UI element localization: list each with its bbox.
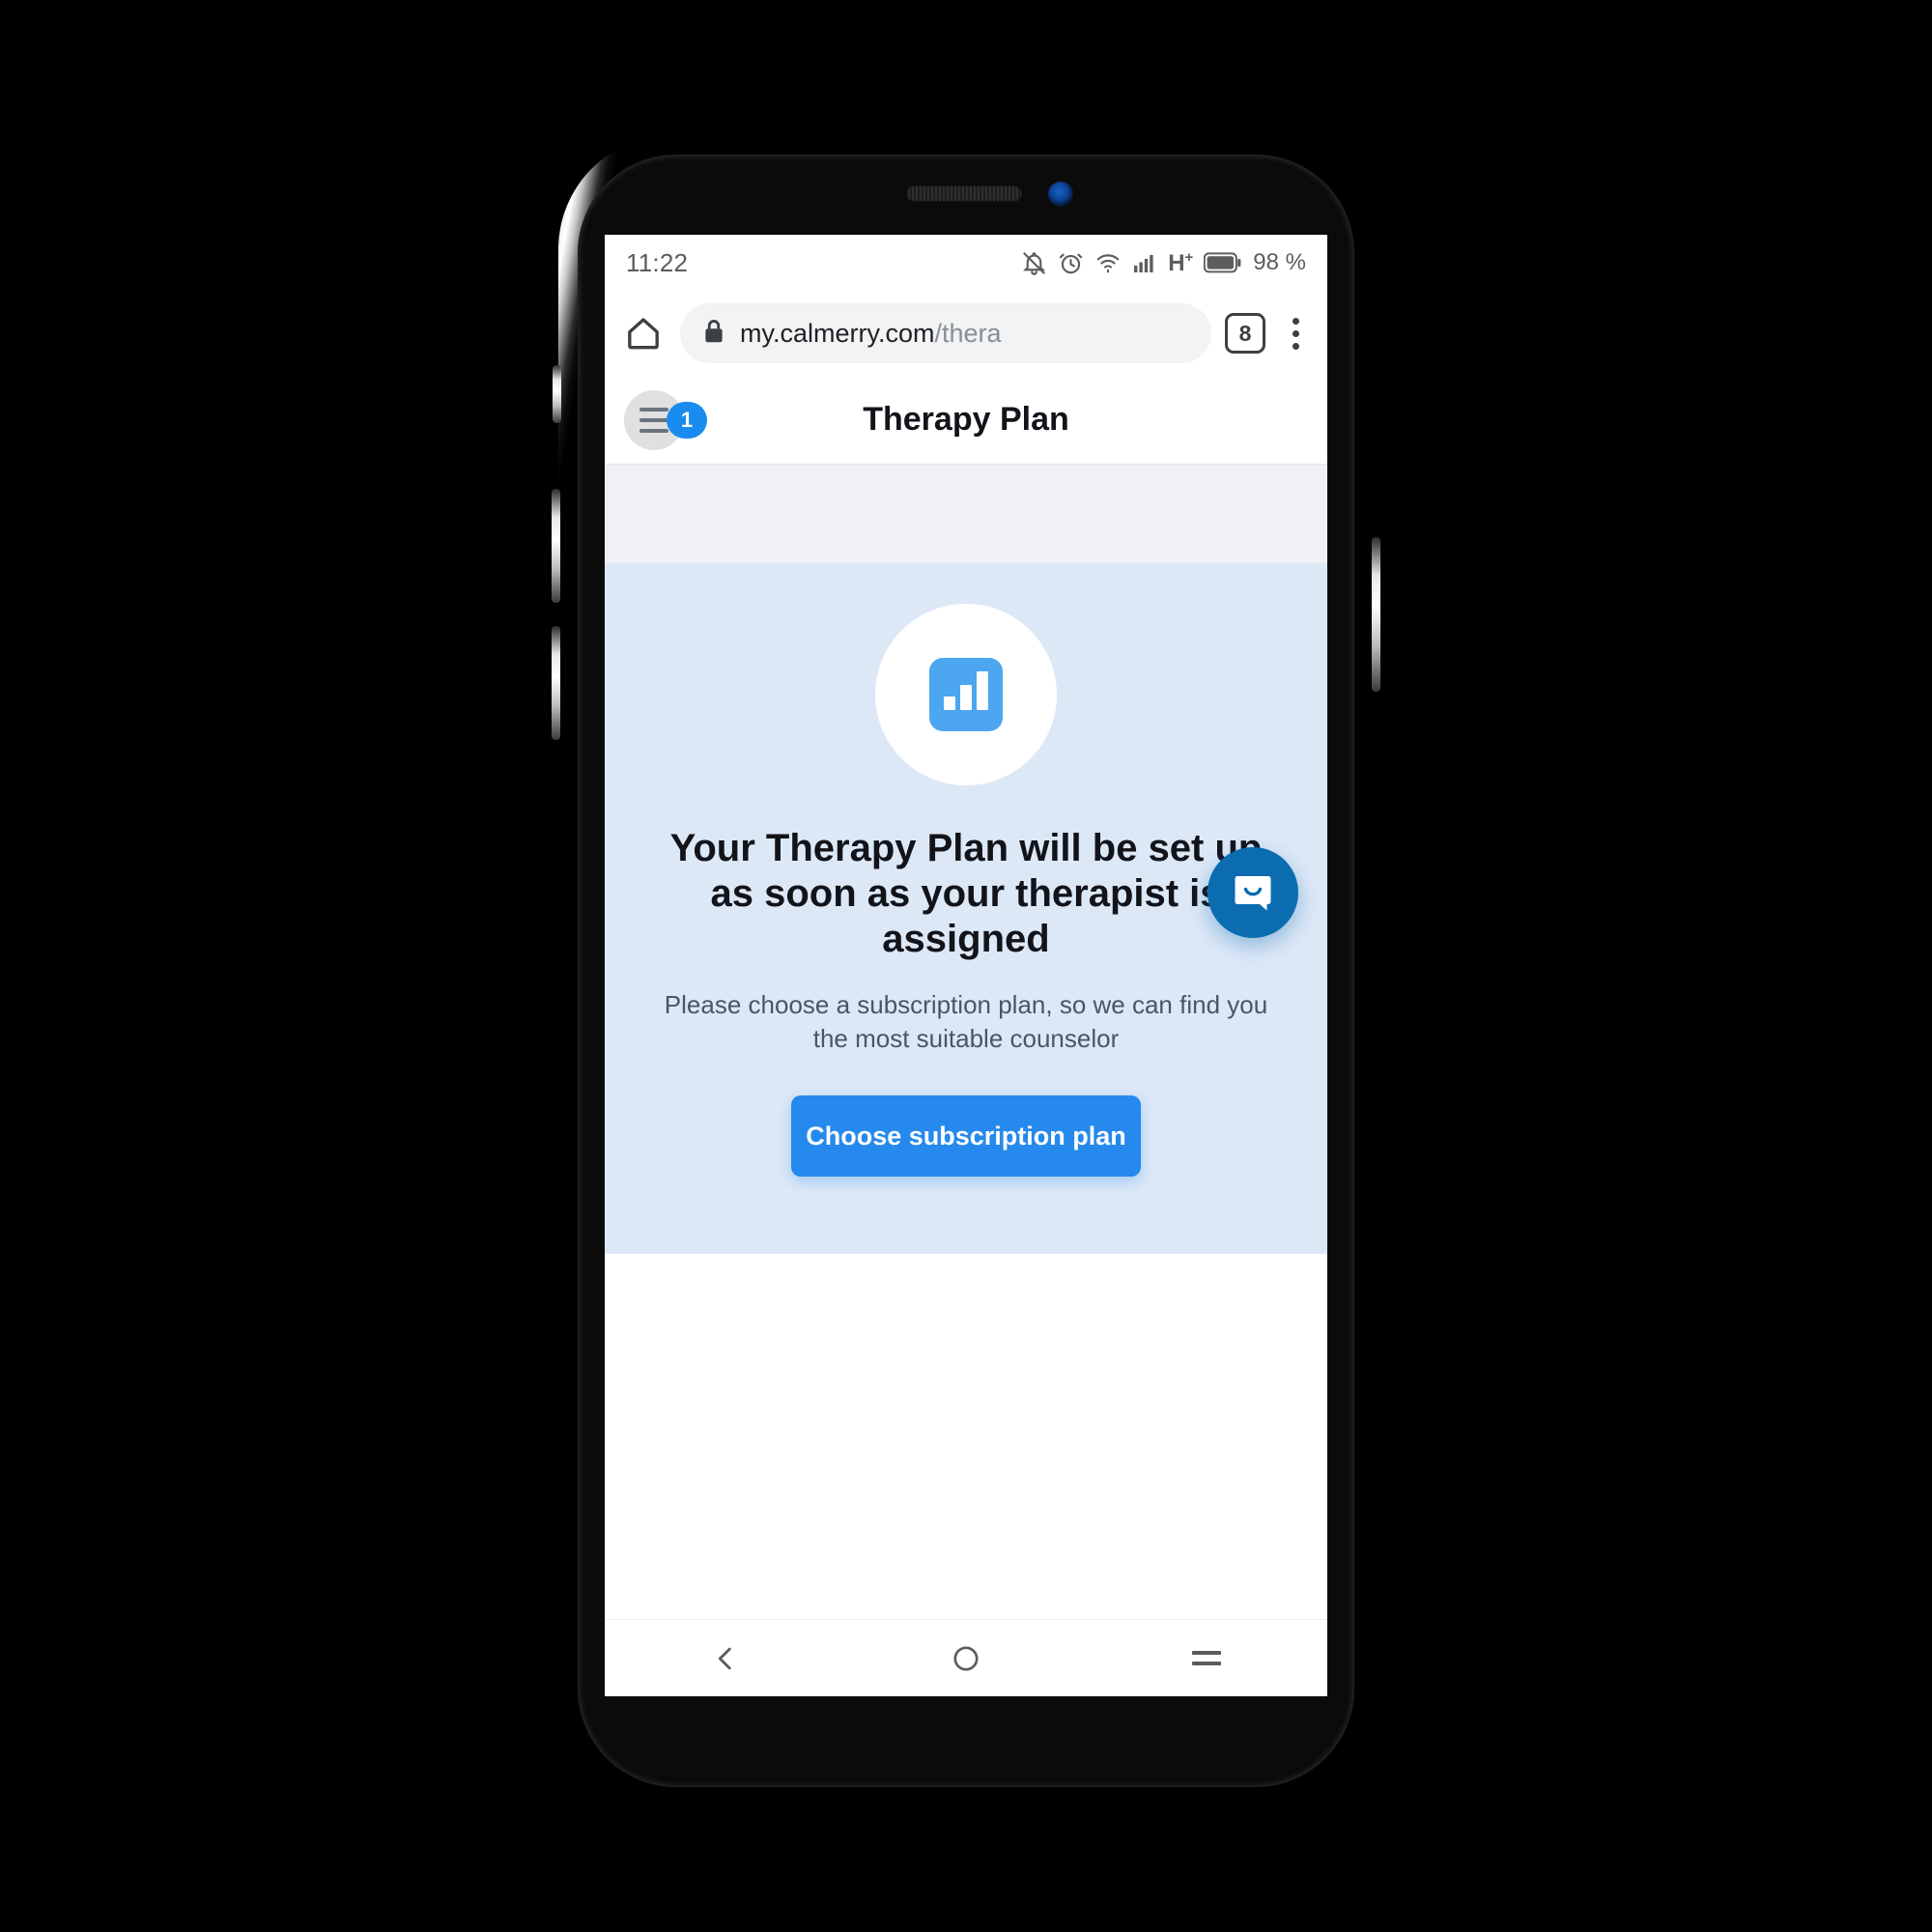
battery-icon: [1204, 252, 1242, 273]
phone-volume-up-button[interactable]: [552, 489, 560, 603]
content-spacer-band: [605, 465, 1327, 563]
page-title: Therapy Plan: [863, 401, 1069, 438]
network-type-label: H+: [1168, 249, 1194, 276]
lock-icon: [701, 318, 726, 350]
phone-silent-switch[interactable]: [553, 365, 561, 423]
wifi-icon: [1094, 250, 1122, 275]
recents-icon[interactable]: [1168, 1620, 1245, 1697]
hamburger-menu-icon[interactable]: 1: [624, 389, 707, 450]
chat-bubble-smile-icon[interactable]: [1208, 847, 1298, 938]
bell-mute-icon: [1021, 250, 1047, 276]
choose-subscription-plan-button[interactable]: Choose subscription plan: [791, 1095, 1141, 1178]
url-text: my.calmerry.com/thera: [740, 319, 1002, 349]
notification-badge[interactable]: 1: [667, 401, 707, 439]
phone-volume-down-button[interactable]: [552, 626, 560, 740]
screenshot-stage: 11:22 H+ 98 % my.calmerry.com/thera 8 1 …: [0, 0, 1932, 1932]
phone-screen: 11:22 H+ 98 % my.calmerry.com/thera 8 1 …: [605, 235, 1327, 1696]
front-camera: [1048, 182, 1073, 207]
main-content: Your Therapy Plan will be set up as soon…: [605, 563, 1327, 1254]
home-circle-icon[interactable]: [927, 1620, 1005, 1697]
status-bar-clock: 11:22: [626, 247, 689, 277]
alarm-clock-icon: [1058, 250, 1084, 276]
android-nav-bar: [605, 1619, 1327, 1696]
illustration-circle: [875, 604, 1057, 785]
url-host: my.calmerry.com: [740, 318, 935, 348]
subcopy-text: Please choose a subscription plan, so we…: [664, 990, 1268, 1053]
browser-toolbar: my.calmerry.com/thera 8: [605, 291, 1327, 376]
app-header: 1 Therapy Plan: [605, 376, 1327, 465]
tab-count-label: 8: [1238, 320, 1252, 346]
tab-switcher-icon[interactable]: 8: [1225, 313, 1265, 354]
url-path: /thera: [934, 318, 1002, 348]
back-icon[interactable]: [687, 1620, 764, 1697]
home-icon[interactable]: [620, 310, 667, 356]
battery-percent-label: 98 %: [1253, 249, 1306, 275]
bar-chart-icon: [929, 658, 1003, 731]
phone-power-button[interactable]: [1372, 537, 1380, 692]
status-bar: 11:22 H+ 98 %: [605, 235, 1327, 291]
url-bar[interactable]: my.calmerry.com/thera: [680, 303, 1211, 363]
overflow-menu-icon[interactable]: [1279, 317, 1312, 350]
headline-text: Your Therapy Plan will be set up as soon…: [669, 827, 1263, 960]
signal-bars-icon: [1132, 251, 1157, 274]
earpiece-speaker: [906, 185, 1022, 202]
